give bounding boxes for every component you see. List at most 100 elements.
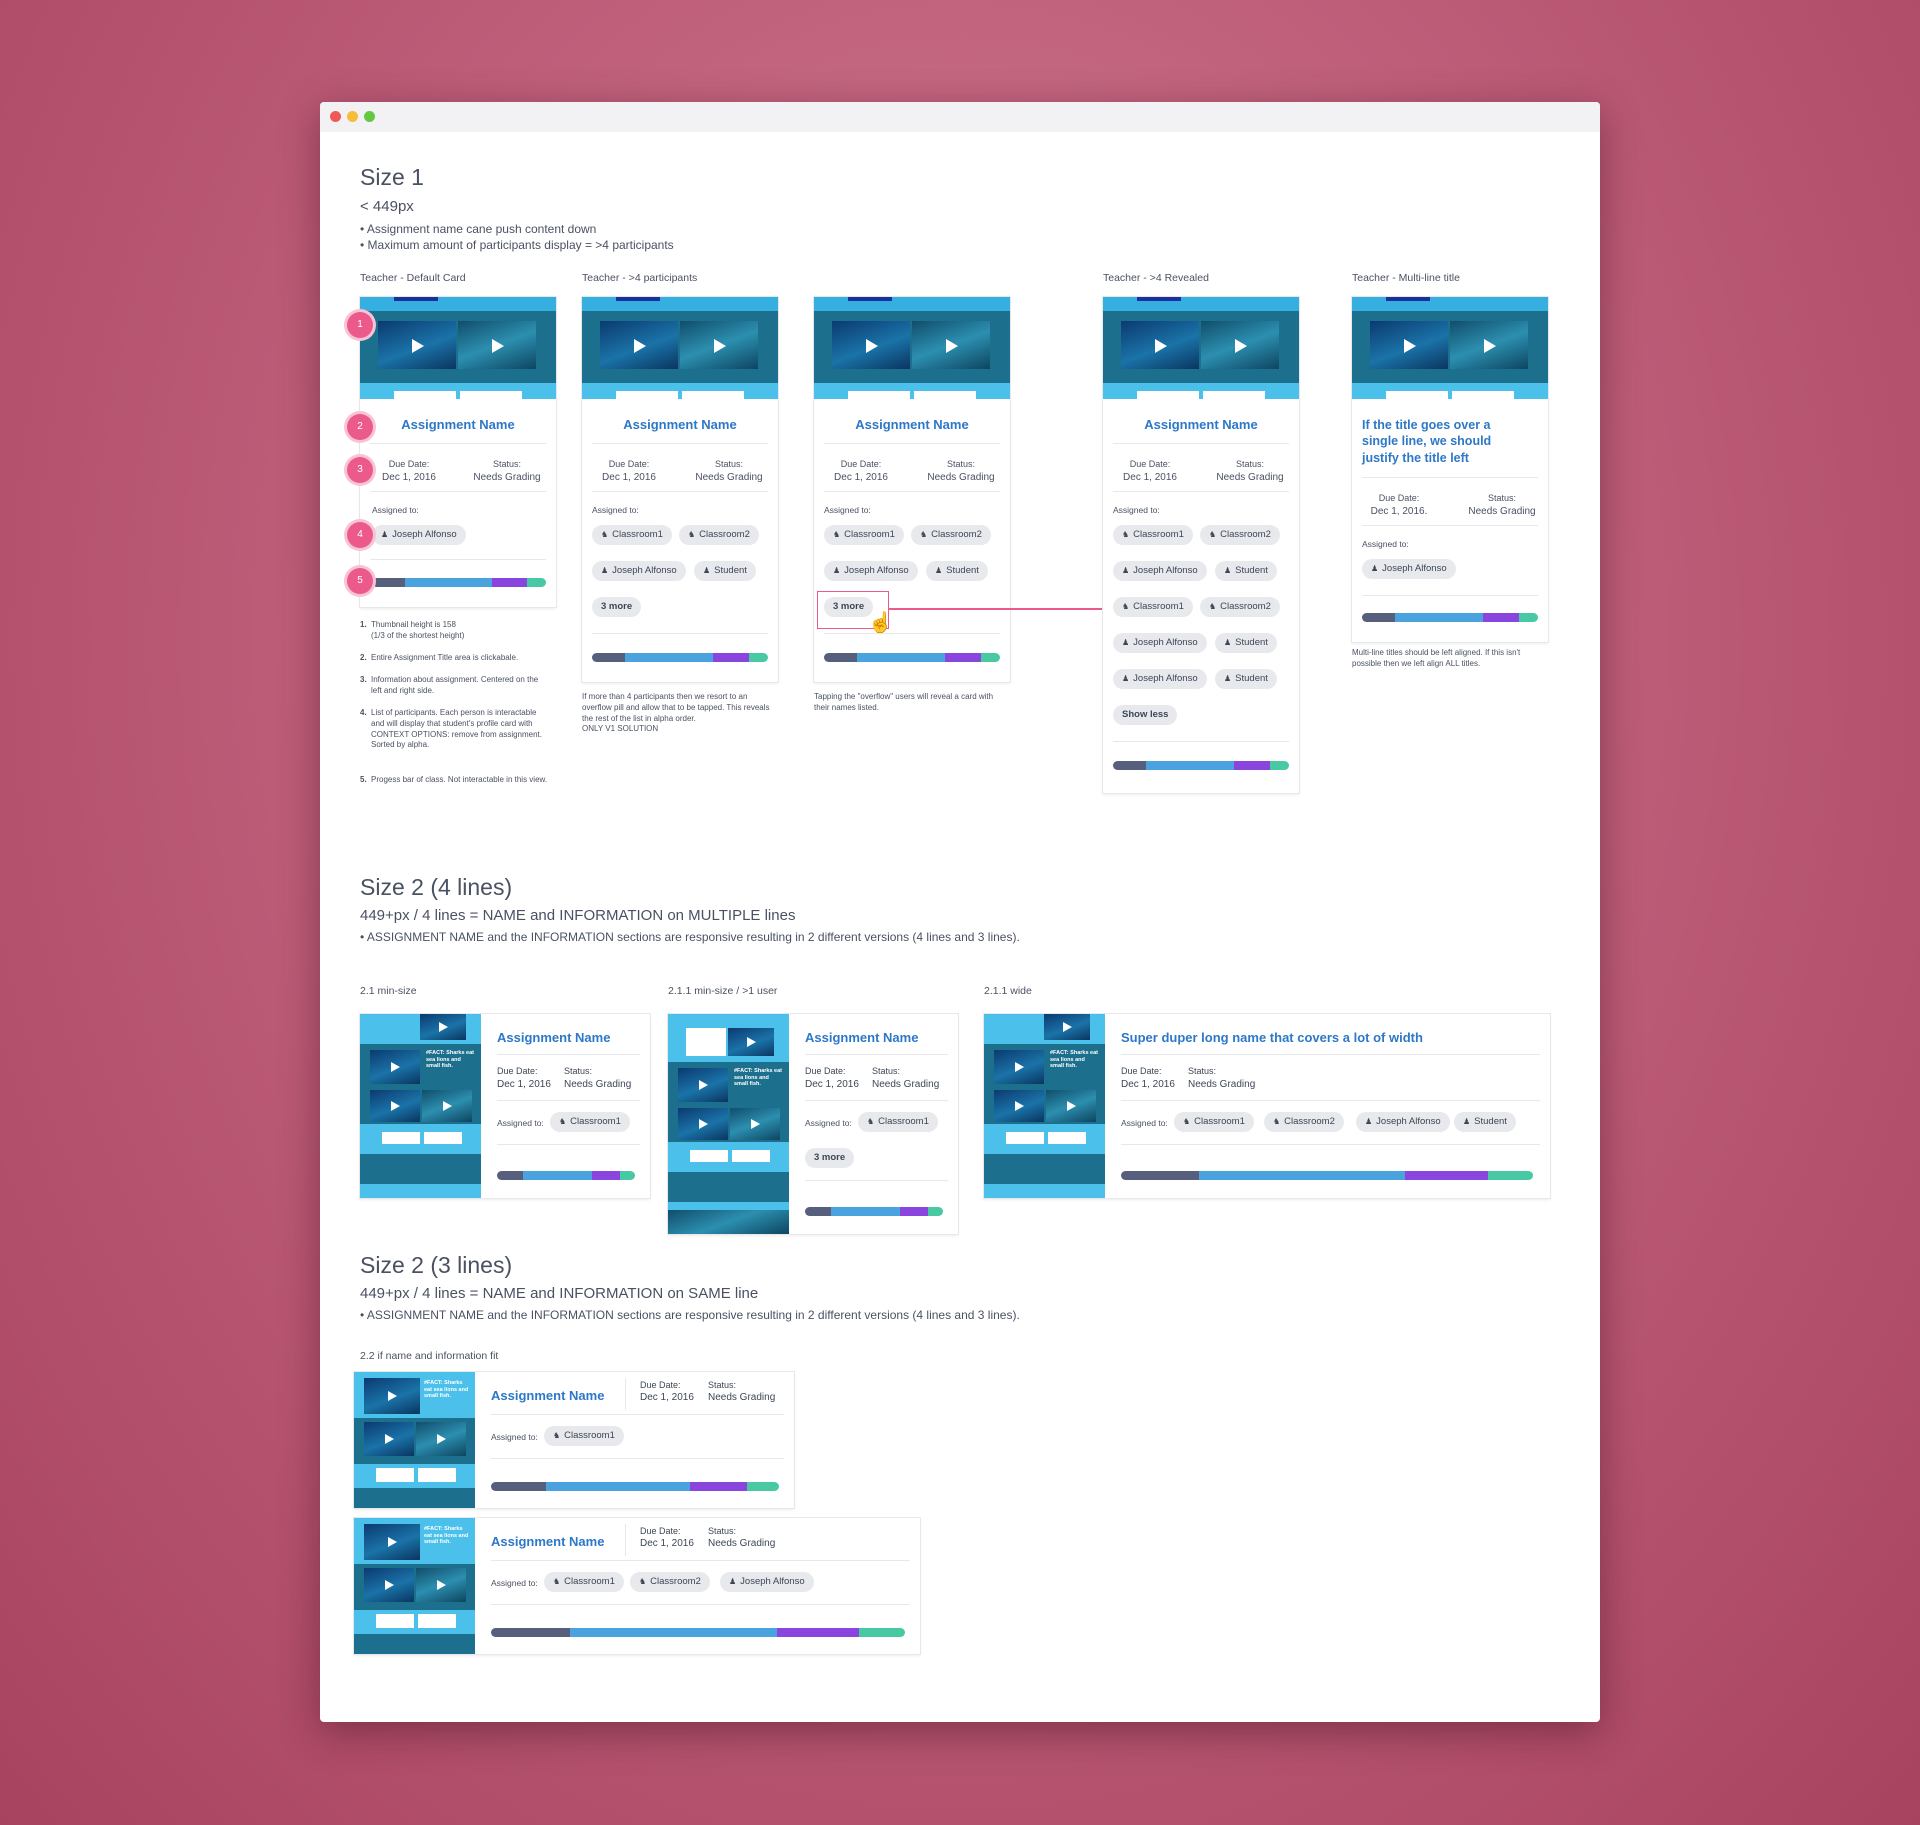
pill-joseph[interactable]: ♟ Joseph Alfonso bbox=[824, 561, 918, 581]
card-multiline[interactable]: If the title goes over a single line, we… bbox=[1352, 297, 1548, 642]
minimize-dot-icon[interactable] bbox=[347, 111, 358, 122]
progress-bar bbox=[372, 578, 546, 587]
assignment-thumbnail[interactable] bbox=[360, 297, 556, 399]
group-icon: ♞ bbox=[559, 1117, 567, 1126]
label-min-size: 2.1 min-size bbox=[360, 985, 417, 997]
pill-classroom2[interactable]: ♞ Classroom2 bbox=[630, 1572, 710, 1592]
card-2-1[interactable]: #FACT: Sharks eat sea lions and small fi… bbox=[360, 1014, 650, 1198]
assignment-name-multiline[interactable]: If the title goes over a single line, we… bbox=[1362, 417, 1512, 466]
card-gt4[interactable]: Assignment Name Due Date: Dec 1, 2016 Sta… bbox=[582, 297, 778, 682]
pill-classroom1[interactable]: ♞ Classroom1 bbox=[544, 1426, 624, 1446]
due-date: Due Date: Dec 1, 2016 bbox=[1123, 459, 1177, 483]
group-icon: ♞ bbox=[920, 530, 928, 539]
play-icon bbox=[385, 1434, 394, 1444]
assigned-label: Assigned to: bbox=[824, 505, 871, 515]
pill-joseph[interactable]: ♟ Joseph Alfonso bbox=[1113, 561, 1207, 581]
pill-classroom1[interactable]: ♞ Classroom1 bbox=[544, 1572, 624, 1592]
assignment-name[interactable]: Assignment Name bbox=[582, 417, 778, 432]
caption-multiline: Multi-line titles should be left aligned… bbox=[1352, 648, 1521, 668]
pill-student[interactable]: ♟ Student bbox=[1215, 633, 1277, 653]
pill-classroom1[interactable]: ♞ Classroom1 bbox=[824, 525, 904, 545]
show-less-pill[interactable]: Show less bbox=[1113, 705, 1178, 725]
assignment-name[interactable]: Assignment Name bbox=[805, 1030, 918, 1045]
card-revealed[interactable]: Assignment Name Due Date: Dec 1, 2016 Sta… bbox=[1103, 297, 1299, 793]
group-icon: ♞ bbox=[1183, 1117, 1191, 1126]
label-gt4: Teacher - >4 participants bbox=[582, 272, 698, 284]
more-pill[interactable]: 3 more bbox=[805, 1148, 855, 1168]
assignment-name[interactable]: Assignment Name bbox=[360, 417, 556, 432]
assignment-thumbnail[interactable]: #FACT: Sharks eat sea lions and small fi… bbox=[360, 1014, 481, 1198]
caption-tap: Tapping the "overflow" users will reveal… bbox=[814, 692, 994, 712]
assignment-name[interactable]: Assignment Name bbox=[497, 1030, 610, 1045]
due-date: Due Date: Dec 1, 2016 bbox=[640, 1380, 694, 1403]
assignment-thumbnail[interactable]: #FACT: Sharks eat sea lions and small fi… bbox=[668, 1014, 789, 1234]
pill-student[interactable]: ♟ Student bbox=[1215, 561, 1277, 581]
pill-joseph[interactable]: ♟ Joseph Alfonso bbox=[720, 1572, 814, 1592]
progress-bar bbox=[805, 1207, 943, 1216]
assignment-thumbnail[interactable] bbox=[1352, 297, 1548, 399]
card-2-1-1-user[interactable]: #FACT: Sharks eat sea lions and small fi… bbox=[668, 1014, 958, 1234]
more-pill[interactable]: 3 more bbox=[592, 597, 642, 617]
assignment-thumbnail[interactable] bbox=[814, 297, 1010, 399]
pill-student[interactable]: ♟ Student bbox=[1215, 669, 1277, 689]
pill-student[interactable]: ♟ Student bbox=[694, 561, 756, 581]
pill-classroom2[interactable]: ♞ Classroom2 bbox=[1200, 525, 1280, 545]
assignment-thumbnail[interactable] bbox=[1103, 297, 1299, 399]
card-2-2-b[interactable]: #FACT: Sharks eat sea lions and small fi… bbox=[354, 1518, 920, 1654]
assignment-thumbnail[interactable]: #FACT: Sharks eat sea lions and small fi… bbox=[354, 1518, 475, 1654]
pill-joseph[interactable]: ♟ Joseph Alfonso bbox=[1113, 633, 1207, 653]
assignment-thumbnail[interactable]: #FACT: Sharks eat sea lions and small fi… bbox=[354, 1372, 475, 1508]
status: Status: Needs Grading bbox=[473, 459, 541, 483]
assignment-thumbnail[interactable] bbox=[582, 297, 778, 399]
pill-classroom1[interactable]: ♞ Classroom1 bbox=[550, 1112, 630, 1132]
pill-student[interactable]: ♟ Student bbox=[1454, 1112, 1516, 1132]
group-icon: ♞ bbox=[553, 1577, 561, 1586]
pill-classroom2[interactable]: ♞ Classroom2 bbox=[679, 525, 759, 545]
person-icon: ♟ bbox=[1122, 638, 1130, 647]
assignment-name[interactable]: Assignment Name bbox=[491, 1534, 604, 1549]
play-icon bbox=[1015, 1101, 1024, 1111]
maximize-dot-icon[interactable] bbox=[364, 111, 375, 122]
assignment-name-wide[interactable]: Super duper long name that covers a lot … bbox=[1121, 1030, 1423, 1045]
status: Status: Needs Grading bbox=[927, 459, 995, 483]
size2b-subtitle: 449+px / 4 lines = NAME and INFORMATION … bbox=[360, 1285, 759, 1302]
play-icon bbox=[391, 1062, 400, 1072]
pill-student[interactable]: ♟ Student bbox=[926, 561, 988, 581]
pill-joseph[interactable]: ♟ Joseph Alfonso bbox=[1113, 669, 1207, 689]
progress-bar bbox=[497, 1171, 635, 1180]
assignment-name[interactable]: Assignment Name bbox=[1103, 417, 1299, 432]
pill-joseph[interactable]: ♟ Joseph Alfonso bbox=[1356, 1112, 1450, 1132]
pill-classroom1[interactable]: ♞ Classroom1 bbox=[858, 1112, 938, 1132]
status: Status: Needs Grading bbox=[1468, 493, 1536, 517]
size1-bullet-1: • Assignment name cane push content down bbox=[360, 222, 597, 236]
play-icon bbox=[866, 339, 878, 353]
card-2-2-a[interactable]: #FACT: Sharks eat sea lions and small fi… bbox=[354, 1372, 794, 1508]
assignment-thumbnail[interactable]: #FACT: Sharks eat sea lions and small fi… bbox=[984, 1014, 1105, 1198]
play-icon bbox=[699, 1080, 708, 1090]
card-2-1-1-wide[interactable]: #FACT: Sharks eat sea lions and small fi… bbox=[984, 1014, 1550, 1198]
card-default[interactable]: Assignment Name Due Date: Dec 1, 2016 Sta… bbox=[360, 297, 556, 607]
pill-classroom2[interactable]: ♞ Classroom2 bbox=[911, 525, 991, 545]
close-dot-icon[interactable] bbox=[330, 111, 341, 122]
play-icon bbox=[1015, 1062, 1024, 1072]
pill-classroom1[interactable]: ♞ Classroom1 bbox=[1174, 1112, 1254, 1132]
person-icon: ♟ bbox=[729, 1577, 737, 1586]
person-icon: ♟ bbox=[1365, 1117, 1373, 1126]
assignment-name[interactable]: Assignment Name bbox=[491, 1388, 604, 1403]
pill-classroom1[interactable]: ♞ Classroom1 bbox=[1113, 597, 1193, 617]
group-icon: ♞ bbox=[639, 1577, 647, 1586]
pill-classroom1[interactable]: ♞ Classroom1 bbox=[1113, 525, 1193, 545]
group-icon: ♞ bbox=[1273, 1117, 1281, 1126]
pill-joseph[interactable]: ♟ Joseph Alfonso bbox=[1362, 559, 1456, 579]
size2a-subtitle: 449+px / 4 lines = NAME and INFORMATION … bbox=[360, 907, 796, 924]
progress-bar bbox=[1113, 761, 1289, 770]
pill-classroom2[interactable]: ♞ Classroom2 bbox=[1200, 597, 1280, 617]
pill-joseph[interactable]: ♟ Joseph Alfonso bbox=[372, 525, 466, 545]
status: Status: Needs Grading bbox=[1188, 1066, 1256, 1090]
pill-joseph[interactable]: ♟ Joseph Alfonso bbox=[592, 561, 686, 581]
assigned-label: Assigned to: bbox=[805, 1118, 852, 1128]
pill-classroom1[interactable]: ♞ Classroom1 bbox=[592, 525, 672, 545]
size2a-bullet: • ASSIGNMENT NAME and the INFORMATION se… bbox=[360, 930, 1020, 944]
assignment-name[interactable]: Assignment Name bbox=[814, 417, 1010, 432]
pill-classroom2[interactable]: ♞ Classroom2 bbox=[1264, 1112, 1344, 1132]
